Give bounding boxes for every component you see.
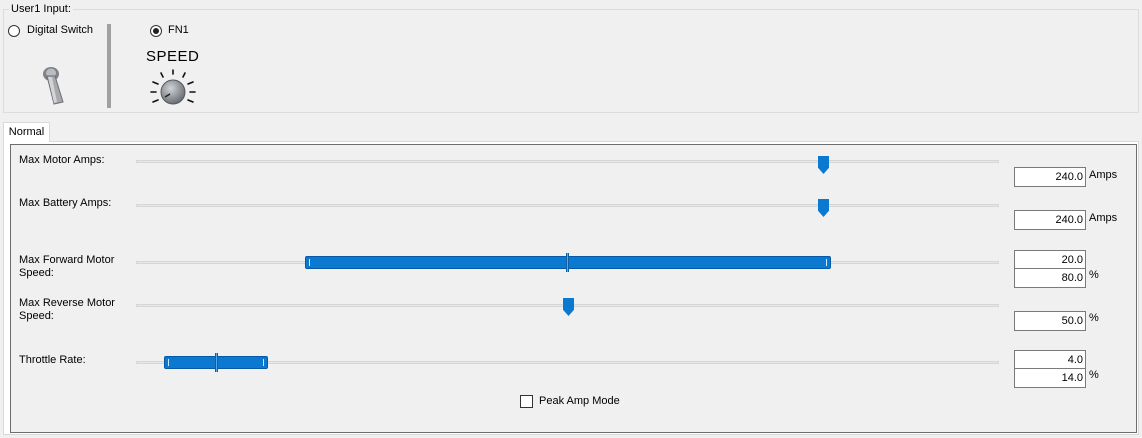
settings-panel	[10, 144, 1137, 433]
max-motor-amps-label: Max Motor Amps:	[19, 154, 105, 166]
peak-amp-mode-label[interactable]: Peak Amp Mode	[539, 395, 620, 408]
max-battery-amps-track[interactable]	[136, 204, 999, 207]
range-low-handle[interactable]	[309, 259, 310, 266]
throttle-rate-label: Throttle Rate:	[19, 354, 86, 366]
throttle-rate-midpoint	[215, 353, 218, 372]
max-forward-motor-speed-midpoint	[566, 253, 569, 272]
fn1-label[interactable]: FN1	[168, 24, 189, 36]
digital-switch-radio[interactable]	[8, 25, 20, 37]
max-battery-amps-input[interactable]: 240.0	[1014, 210, 1086, 230]
max-forward-motor-speed-label-line2: Speed:	[19, 267, 54, 279]
fn1-radio[interactable]	[150, 25, 162, 37]
knob-icon	[150, 69, 196, 105]
max-battery-amps-label: Max Battery Amps:	[19, 197, 112, 209]
max-forward-motor-speed-unit: %	[1089, 269, 1099, 281]
speed-title: SPEED	[146, 48, 200, 65]
max-motor-amps-input[interactable]: 240.0	[1014, 167, 1086, 187]
digital-switch-label[interactable]: Digital Switch	[27, 24, 93, 36]
range-low-handle[interactable]	[168, 359, 169, 366]
option-divider	[107, 24, 111, 108]
max-motor-amps-unit: Amps	[1089, 169, 1118, 181]
max-battery-amps-unit: Amps	[1089, 212, 1118, 224]
range-high-handle[interactable]	[263, 359, 264, 366]
max-forward-motor-speed-min-input[interactable]: 20.0	[1014, 250, 1086, 270]
max-reverse-motor-speed-input[interactable]: 50.0	[1014, 311, 1086, 331]
max-motor-amps-track[interactable]	[136, 160, 999, 163]
toggle-switch-icon	[43, 67, 64, 105]
range-high-handle[interactable]	[826, 259, 827, 266]
max-reverse-motor-speed-label-line2: Speed:	[19, 310, 54, 322]
throttle-rate-unit: %	[1089, 369, 1099, 381]
throttle-rate-min-input[interactable]: 4.0	[1014, 350, 1086, 370]
user1-input-legend: User1 Input:	[9, 3, 73, 15]
max-reverse-motor-speed-unit: %	[1089, 312, 1099, 324]
max-forward-motor-speed-label-line1: Max Forward Motor	[19, 254, 115, 266]
peak-amp-mode-checkbox[interactable]	[520, 395, 533, 408]
max-forward-motor-speed-max-input[interactable]: 80.0	[1014, 268, 1086, 288]
tab-normal[interactable]: Normal	[3, 122, 50, 142]
max-reverse-motor-speed-label-line1: Max Reverse Motor	[19, 297, 115, 309]
throttle-rate-max-input[interactable]: 14.0	[1014, 368, 1086, 388]
